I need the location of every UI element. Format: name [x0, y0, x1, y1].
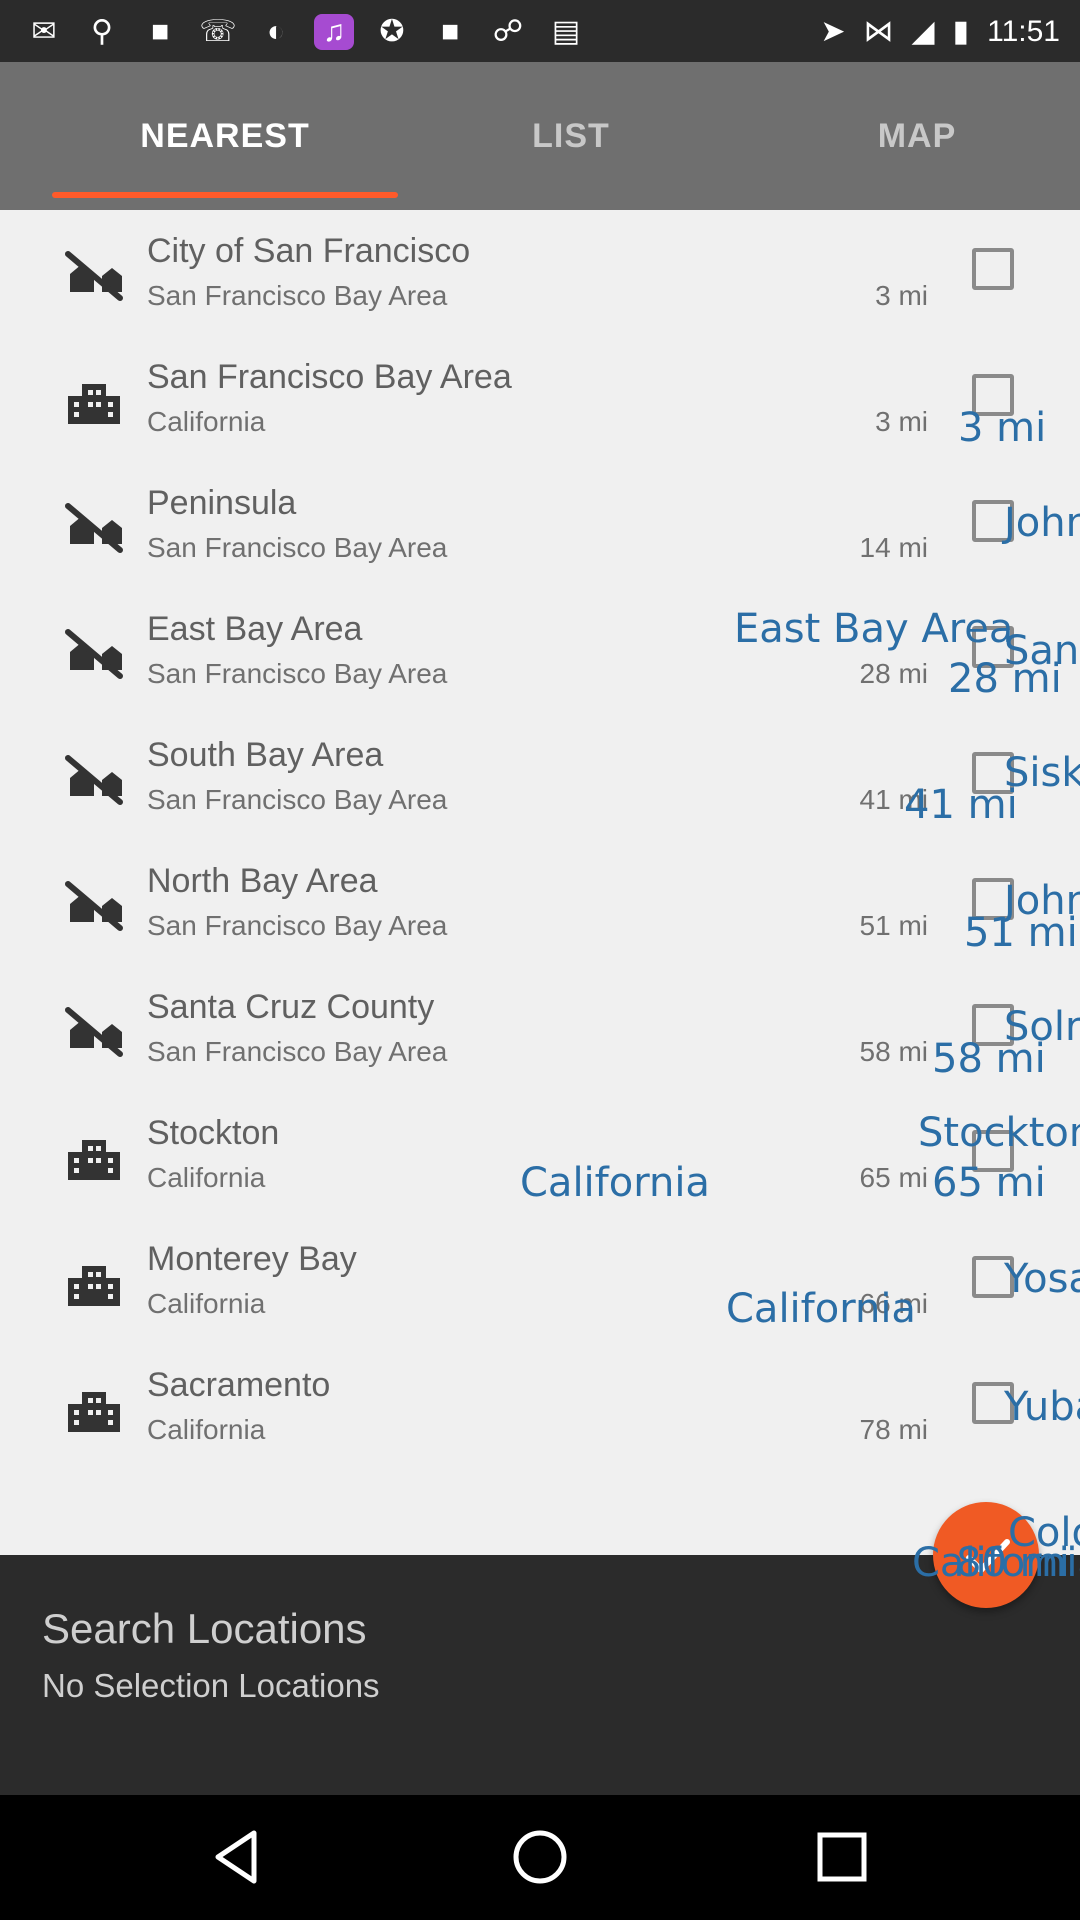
overlay-text: Yosa	[1004, 1256, 1080, 1302]
usb-icon: ⚲	[91, 15, 113, 48]
overlay-text: 58 mi	[932, 1036, 1046, 1082]
selection-panel: Search Locations No Selection Locations	[0, 1555, 1080, 1795]
status-bar: ✉ ⚲ ■ ☏ ◐ ♫ ✪ ■ ☍ ▤ ➤ ⋈ ◢ ▮ 11:51	[0, 0, 1080, 62]
location-subtitle: California	[147, 1288, 266, 1319]
region-icon	[65, 881, 123, 931]
region-icon	[65, 503, 123, 553]
signal-icon: ◢	[911, 15, 935, 48]
message-icon: ✉	[31, 15, 57, 48]
flipboard-icon: ■	[150, 15, 170, 48]
overlay-text: 51 mi	[964, 910, 1078, 956]
list-item[interactable]: San Francisco Bay Area California 3 mi	[0, 336, 1080, 462]
location-subtitle: San Francisco Bay Area	[147, 784, 448, 815]
tab-map[interactable]: MAP	[744, 62, 1080, 210]
notification-icons: ✉ ⚲ ■ ☏ ◐ ♫ ✪ ■ ☍ ▤	[24, 12, 586, 52]
bluetooth-icon: ⋈	[863, 15, 894, 48]
location-subtitle: San Francisco Bay Area	[147, 658, 448, 689]
location-distance: 28 mi	[859, 658, 928, 689]
overlay-text: Stockton	[918, 1110, 1080, 1156]
location-title: Monterey Bay	[147, 1240, 357, 1278]
overlay-text: 65 mi	[932, 1160, 1046, 1206]
location-title: East Bay Area	[147, 610, 363, 648]
location-distance: 51 mi	[859, 910, 928, 941]
system-icons: ➤ ⋈ ◢ ▮ 11:51	[820, 12, 1060, 52]
location-distance: 58 mi	[859, 1036, 928, 1067]
list-item[interactable]: Monterey Bay California 66 mi	[0, 1218, 1080, 1344]
location-distance: 65 mi	[859, 1162, 928, 1193]
location-subtitle: San Francisco Bay Area	[147, 280, 448, 311]
panel-title: Search Locations	[42, 1605, 367, 1652]
location-subtitle: San Francisco Bay Area	[147, 532, 448, 563]
location-distance: 78 mi	[859, 1414, 928, 1445]
location-title: Sacramento	[147, 1366, 331, 1404]
clock: 11:51	[987, 15, 1060, 48]
sport-icon: ✪	[379, 15, 405, 48]
music-icon: ♫	[314, 14, 354, 50]
overlay-text: California	[726, 1286, 916, 1332]
overlay-text: 80 mi	[956, 1540, 1070, 1586]
overlay-text: John	[1004, 500, 1080, 546]
list-item[interactable]: North Bay Area San Francisco Bay Area 51…	[0, 840, 1080, 966]
list-item[interactable]: City of San Francisco San Francisco Bay …	[0, 210, 1080, 336]
overlay-text: California	[520, 1160, 710, 1206]
location-title: Peninsula	[147, 484, 297, 522]
location-subtitle: San Francisco Bay Area	[147, 910, 448, 941]
location-title: Stockton	[147, 1114, 280, 1152]
tab-nearest[interactable]: NEAREST	[52, 62, 398, 210]
location-subtitle: California	[147, 1162, 266, 1193]
location-distance: 14 mi	[859, 532, 928, 563]
overlay-text: 28 mi	[948, 656, 1062, 702]
region-icon	[65, 755, 123, 805]
overlay-text: East Bay Area	[734, 606, 1014, 652]
theme-icon: ◐	[266, 15, 286, 48]
recents-icon[interactable]	[802, 1817, 882, 1897]
location-title: South Bay Area	[147, 736, 384, 774]
region-icon	[65, 629, 123, 679]
tab-bar: NEAREST LIST MAP	[0, 62, 1080, 210]
flipboard-icon-2: ■	[440, 15, 460, 48]
location-icon: ➤	[820, 15, 846, 48]
tab-indicator	[52, 192, 398, 198]
location-title: City of San Francisco	[147, 232, 471, 270]
location-title: San Francisco Bay Area	[147, 358, 512, 396]
location-title: North Bay Area	[147, 862, 378, 900]
overlay-text: 3 mi	[958, 405, 1047, 451]
panel-subtitle: No Selection Locations	[42, 1667, 380, 1704]
list-item[interactable]: Sacramento California 78 mi	[0, 1344, 1080, 1470]
back-icon[interactable]	[198, 1817, 278, 1897]
location-subtitle: California	[147, 406, 266, 437]
location-distance: 3 mi	[875, 406, 928, 437]
city-icon	[68, 1140, 120, 1180]
city-icon	[68, 384, 120, 424]
navigation-bar	[0, 1795, 1080, 1920]
location-distance: 3 mi	[875, 280, 928, 311]
overlay-text: Yuba	[1004, 1384, 1080, 1430]
city-icon	[68, 1392, 120, 1432]
location-title: Santa Cruz County	[147, 988, 435, 1026]
cassette-icon: ▤	[551, 15, 581, 48]
battery-icon: ▮	[952, 15, 970, 48]
tab-list[interactable]: LIST	[398, 62, 744, 210]
list-item[interactable]: Peninsula San Francisco Bay Area 14 mi	[0, 462, 1080, 588]
home-icon[interactable]	[500, 1817, 580, 1897]
list-item[interactable]: Santa Cruz County San Francisco Bay Area…	[0, 966, 1080, 1092]
phone-icon: ☏	[199, 15, 237, 48]
overlay-text: 41 mi	[904, 782, 1018, 828]
location-subtitle: California	[147, 1414, 266, 1445]
location-checkbox[interactable]	[972, 248, 1014, 290]
link-icon: ☍	[492, 15, 524, 48]
location-subtitle: San Francisco Bay Area	[147, 1036, 448, 1067]
location-list: City of San Francisco San Francisco Bay …	[0, 210, 1080, 1555]
region-icon	[65, 1007, 123, 1057]
region-icon	[65, 251, 123, 301]
city-icon	[68, 1266, 120, 1306]
